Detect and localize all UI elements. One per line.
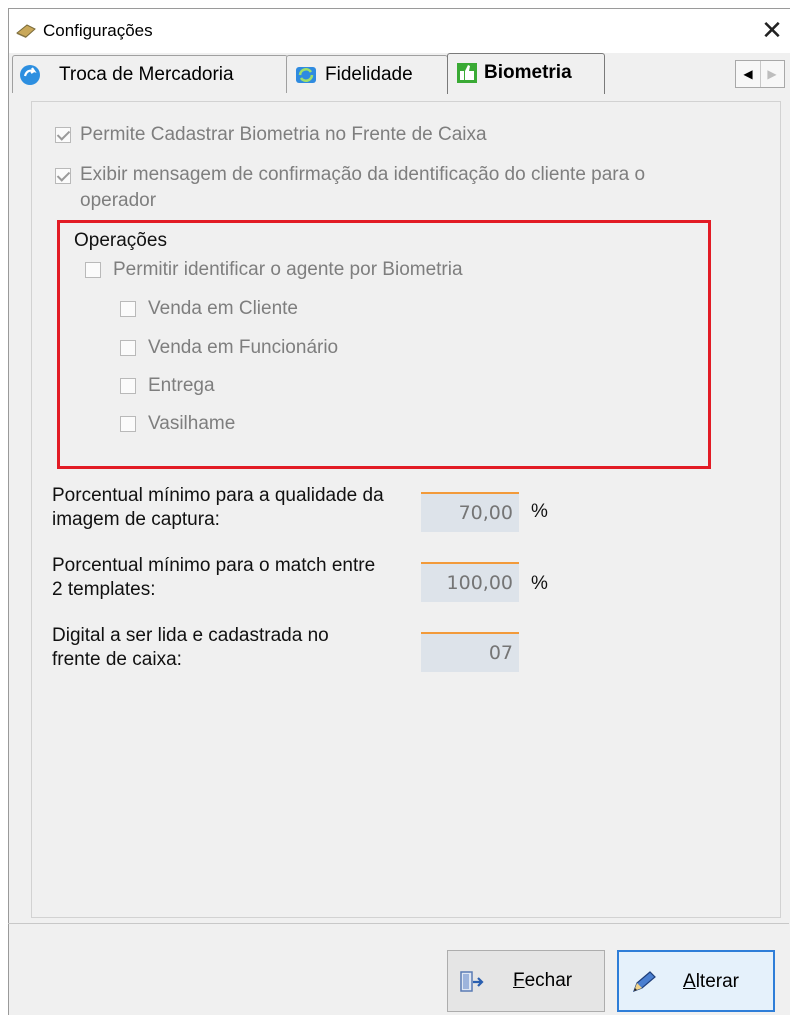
title-bar: Configurações ✕ bbox=[9, 9, 790, 53]
exchange-icon bbox=[20, 65, 40, 85]
digital-label-line2: frente de caixa: bbox=[52, 649, 182, 670]
exibir-mensagem-checkbox[interactable] bbox=[55, 168, 71, 184]
tab-label: Biometria bbox=[484, 62, 572, 83]
permitir-biometria-checkbox[interactable] bbox=[85, 262, 101, 278]
match-label-line2: 2 templates: bbox=[52, 579, 156, 600]
close-icon: ✕ bbox=[761, 15, 783, 45]
tab-label: Fidelidade bbox=[325, 64, 413, 85]
fechar-button[interactable]: Fechar bbox=[447, 950, 605, 1012]
fechar-label: Fechar bbox=[513, 970, 573, 991]
close-button[interactable]: ✕ bbox=[754, 15, 790, 47]
qualidade-input[interactable]: 70,00 bbox=[421, 492, 519, 532]
match-label: Porcentual mínimo para o match entre bbox=[52, 555, 376, 576]
window-title: Configurações bbox=[43, 21, 153, 40]
alterar-label: Alterar bbox=[683, 971, 739, 992]
exibir-mensagem-label: Exibir mensagem de confirmação da identi… bbox=[80, 164, 646, 185]
qualidade-label: Porcentual mínimo para a qualidade da bbox=[52, 485, 384, 506]
entrega-label: Entrega bbox=[148, 375, 215, 396]
tab-fidelidade[interactable]: Fidelidade bbox=[286, 55, 448, 93]
vasilhame-label: Vasilhame bbox=[148, 413, 236, 434]
vasilhame-checkbox[interactable] bbox=[120, 416, 136, 432]
digital-input[interactable]: 07 bbox=[421, 632, 519, 672]
digital-label: Digital a ser lida e cadastrada no bbox=[52, 625, 329, 646]
biometry-icon bbox=[457, 63, 477, 83]
entrega-checkbox[interactable] bbox=[120, 378, 136, 394]
tab-troca-de-mercadoria[interactable]: Troca de Mercadoria bbox=[12, 55, 288, 93]
settings-icon bbox=[16, 24, 36, 38]
qualidade-unit: % bbox=[531, 501, 548, 522]
exit-door-icon bbox=[460, 971, 484, 992]
footer-divider bbox=[8, 923, 789, 924]
scroll-right-icon[interactable]: ▶ bbox=[760, 61, 784, 87]
venda-cliente-label: Venda em Cliente bbox=[148, 298, 298, 319]
venda-funcionario-label: Venda em Funcionário bbox=[148, 337, 339, 358]
permitir-biometria-label: Permitir identificar o agente por Biomet… bbox=[113, 259, 463, 280]
exibir-mensagem-label-line2: operador bbox=[80, 190, 157, 211]
tab-label: Troca de Mercadoria bbox=[59, 64, 234, 85]
refresh-icon bbox=[296, 67, 316, 83]
alterar-button[interactable]: Alterar bbox=[617, 950, 775, 1012]
qualidade-label-line2: imagem de captura: bbox=[52, 509, 220, 530]
match-unit: % bbox=[531, 573, 548, 594]
permite-cadastrar-label: Permite Cadastrar Biometria no Frente de… bbox=[80, 124, 487, 145]
venda-cliente-checkbox[interactable] bbox=[120, 301, 136, 317]
tab-scroll-buttons: ◀ ▶ bbox=[735, 60, 785, 88]
permite-cadastrar-checkbox[interactable] bbox=[55, 127, 71, 143]
tab-biometria[interactable]: Biometria bbox=[447, 53, 605, 94]
tab-strip: Troca de Mercadoria Fidelidade Biometria… bbox=[9, 53, 790, 94]
scroll-left-icon[interactable]: ◀ bbox=[736, 61, 761, 87]
pencil-icon bbox=[632, 971, 656, 993]
venda-funcionario-checkbox[interactable] bbox=[120, 340, 136, 356]
operacoes-group-title: Operações bbox=[74, 230, 167, 251]
match-input[interactable]: 100,00 bbox=[421, 562, 519, 602]
